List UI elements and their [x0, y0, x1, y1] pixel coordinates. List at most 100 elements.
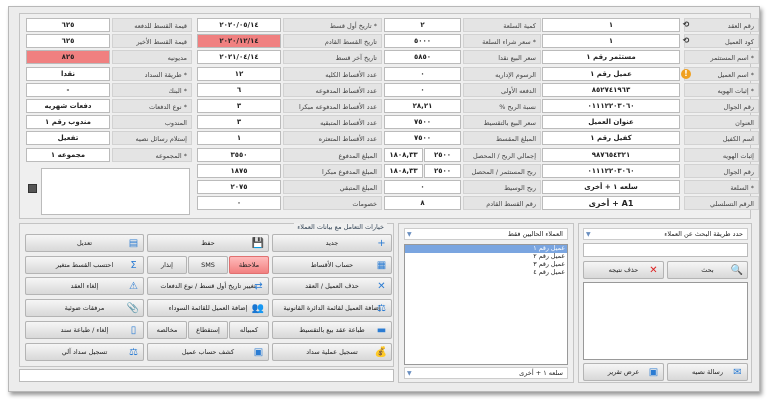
field-label: خصومات: [283, 196, 382, 211]
field-value[interactable]: كفيل رقم ١: [542, 131, 680, 146]
search-results-list[interactable]: [583, 282, 748, 360]
clearance-button[interactable]: مخالصه: [147, 321, 187, 339]
action-label: حساب الأقساط: [310, 261, 354, 269]
field-value[interactable]: ٦: [197, 82, 281, 97]
field-label: المندوب: [112, 115, 192, 130]
action-button[interactable]: ⚖ إضافة العميل لقائمة الدائرة القانونية: [272, 299, 392, 317]
save-notes-icon[interactable]: [28, 184, 37, 193]
client-list-item[interactable]: عميل رقم ٤: [405, 269, 567, 277]
clear-result-button[interactable]: ✕ حذف نتيجه: [583, 261, 664, 279]
field-value[interactable]: ٧٥٠٠: [384, 115, 461, 130]
action-button[interactable]: ▯ إلغاء / طباعة سند: [25, 321, 144, 339]
field-value[interactable]: ٦٢٥: [26, 34, 110, 49]
bill-button[interactable]: كمبياله: [229, 321, 269, 339]
action-button[interactable]: Σ احتسب القسط متغير: [25, 256, 144, 274]
report-button[interactable]: ▣ عرض تقرير: [583, 363, 664, 381]
field-value[interactable]: ٨٢٥: [26, 50, 110, 65]
field-value[interactable]: ١٢: [197, 66, 281, 81]
field-value[interactable]: ٧٥٠٠: [384, 131, 461, 146]
change-date-icon: ⇄: [254, 281, 263, 292]
field-value[interactable]: سلعه ١ + أخرى: [542, 180, 680, 194]
field-value-collected[interactable]: ١٨٠٨,٣٣: [384, 147, 423, 162]
client-list-item[interactable]: عميل رقم ١: [405, 245, 567, 253]
field-value[interactable]: ٢٨,٢١: [384, 99, 461, 113]
field-value[interactable]: ٠: [384, 82, 461, 97]
field-value[interactable]: مستثمر رقم ١: [542, 50, 680, 65]
field-value[interactable]: ٨: [384, 196, 461, 211]
field-value[interactable]: ١: [542, 34, 680, 49]
field-value[interactable]: ٠١١١٢٢٠٣٠٦٠: [542, 163, 680, 178]
field-value[interactable]: ٠١١١٢٢٠٣٠٦٠: [542, 99, 680, 113]
field-value[interactable]: ٢٠٧٥: [197, 180, 281, 194]
field-value[interactable]: ٢٥٠٠: [424, 163, 461, 178]
field-value[interactable]: ٣٥٥٠: [197, 147, 281, 162]
blacklist-button[interactable]: 👥 إضافة العميل للقائمة السوداء: [147, 299, 269, 317]
field-value[interactable]: ٩٨٧٦٥٤٣٢١: [542, 147, 680, 162]
field-value[interactable]: ١: [197, 131, 281, 146]
search-input[interactable]: [583, 243, 748, 257]
report-button-label: عرض تقرير: [607, 368, 640, 376]
save-icon: ▤: [128, 238, 139, 249]
search-button[interactable]: 🔍 بحث: [667, 261, 748, 279]
field-value[interactable]: ٢٥٠٠: [424, 147, 461, 162]
action-button[interactable]: ⚖ تسجيل سداد آلي: [25, 343, 144, 361]
field-label: * السلعة: [684, 180, 759, 194]
warning-notice-button[interactable]: إنذار: [147, 256, 187, 274]
client-list-item[interactable]: عميل رقم ٣: [405, 261, 567, 269]
field-value[interactable]: ٢: [384, 18, 461, 32]
field-value[interactable]: ٥٨٥٠: [384, 50, 461, 65]
action-button[interactable]: + جديد: [272, 234, 392, 252]
change-date-button[interactable]: ⇄ تغيير تاريخ أول قسط / نوع الدفعات: [147, 277, 269, 295]
field-value[interactable]: -: [26, 82, 110, 97]
field-value[interactable]: عميل رقم ١: [542, 66, 680, 81]
field-value[interactable]: A1 + أخرى: [542, 196, 680, 211]
save-button[interactable]: 💾 حفظ: [147, 234, 269, 252]
legal-icon: ⚖: [377, 303, 386, 314]
field-value[interactable]: مجموعه ١: [26, 147, 110, 162]
field-value[interactable]: ٦٢٥: [26, 18, 110, 32]
field-value[interactable]: ٨٥٢٧٤١٩٦٣: [542, 82, 680, 97]
field-value[interactable]: ٠: [384, 180, 461, 194]
field-value[interactable]: ٢٠٢١/٠٤/١٤: [197, 50, 281, 65]
field-value[interactable]: ١٨٧٥: [197, 163, 281, 178]
statement-button[interactable]: ▣ كشف حساب عميل: [147, 343, 269, 361]
sms-button[interactable]: SMS: [188, 256, 228, 274]
field-value[interactable]: ٢٠٢٠/٠٥/١٤: [197, 18, 281, 32]
client-filter-select[interactable]: العملاء الحاليين فقط ▼: [404, 228, 568, 240]
field-label: رقم الجوال: [684, 99, 759, 113]
field-value[interactable]: ٢٠٢٠/١٢/١٤: [197, 34, 281, 49]
field-value[interactable]: نقدا: [26, 66, 110, 81]
field-value[interactable]: ١: [542, 18, 680, 32]
note-button[interactable]: ملاحظة: [229, 256, 269, 274]
action-button[interactable]: 💰 تسجيل عملية سداد: [272, 343, 392, 361]
field-value[interactable]: ٣: [197, 99, 281, 113]
search-icon: 🔍: [730, 265, 743, 276]
field-label: ربح الوسيط: [463, 180, 541, 194]
field-value[interactable]: ٣: [197, 115, 281, 130]
product-select[interactable]: سلعه ١ + أخرى ▼: [404, 367, 568, 379]
field-label: ربح المستثمر / المحصل: [463, 163, 541, 178]
field-value[interactable]: ٠: [197, 196, 281, 211]
field-value[interactable]: تفعيل: [26, 131, 110, 146]
refresh-icon[interactable]: ⟲: [681, 20, 691, 30]
notes-textarea[interactable]: [41, 168, 190, 215]
field-label: عدد الأقساط المدفوعه مبكرا: [283, 99, 382, 113]
client-list[interactable]: عميل رقم ١ عميل رقم ٢ عميل رقم ٣ عميل رقم ٤: [404, 244, 568, 365]
action-button[interactable]: ▬ طباعة عقد بيع بالتقسيط: [272, 321, 392, 339]
sms-button[interactable]: ✉ رسالة نصيه: [667, 363, 748, 381]
field-value[interactable]: ٠: [384, 66, 461, 81]
action-button[interactable]: 📎 مرفقات ضوئية: [25, 299, 144, 317]
field-value[interactable]: عنوان العميل: [542, 115, 680, 130]
deduction-button[interactable]: إستقطاع: [188, 321, 228, 339]
field-value[interactable]: مندوب رقم ١: [26, 115, 110, 130]
action-button[interactable]: ▦ حساب الأقساط: [272, 256, 392, 274]
field-value[interactable]: ٥٠٠٠: [384, 34, 461, 49]
client-list-item[interactable]: عميل رقم ٢: [405, 253, 567, 261]
field-value[interactable]: دفعات شهريه: [26, 99, 110, 113]
field-label: كود العميل: [684, 34, 759, 49]
action-button[interactable]: ▤ تعديل: [25, 234, 144, 252]
action-button[interactable]: ⚠ إلغاء العقد: [25, 277, 144, 295]
field-value-collected[interactable]: ١٨٠٨,٣٣: [384, 163, 423, 178]
action-button[interactable]: ✕ حذف العميل / العقد: [272, 277, 392, 295]
search-method-select[interactable]: حدد طريقة البحث عن العملاء ▼: [583, 228, 748, 240]
